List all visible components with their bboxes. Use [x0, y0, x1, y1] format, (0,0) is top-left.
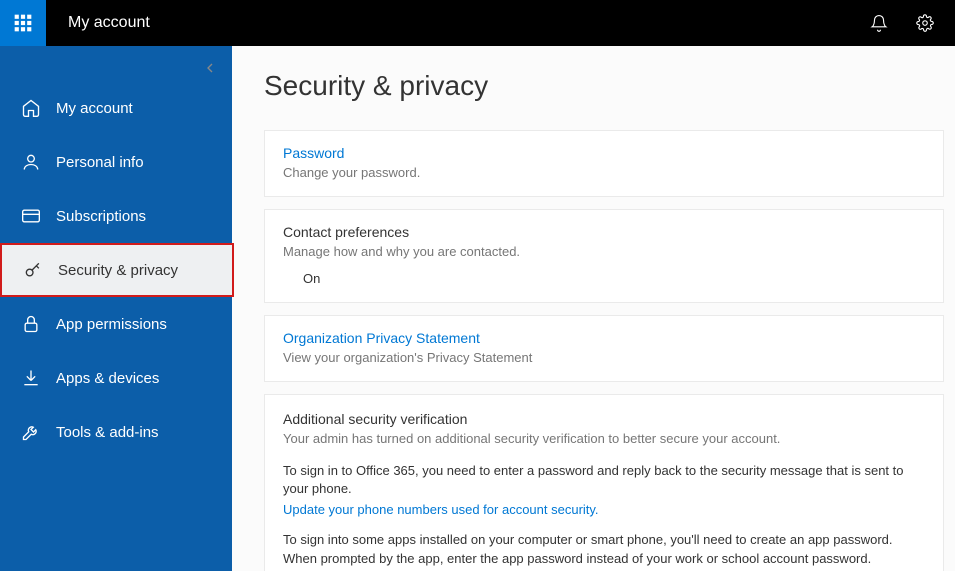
- sidebar-item-personal-info[interactable]: Personal info: [0, 135, 232, 189]
- contact-pref-title: Contact preferences: [283, 224, 925, 240]
- top-bar: My account: [0, 0, 955, 46]
- sidebar: My account Personal info Subscriptions S…: [0, 46, 232, 571]
- sidebar-item-apps-devices[interactable]: Apps & devices: [0, 351, 232, 405]
- person-icon: [20, 151, 42, 173]
- main-content: Security & privacy Password Change your …: [232, 46, 955, 571]
- asv-app-password-text: To sign into some apps installed on your…: [283, 531, 925, 567]
- sidebar-item-subscriptions[interactable]: Subscriptions: [0, 189, 232, 243]
- sidebar-item-label: Apps & devices: [56, 370, 159, 387]
- collapse-chevron-icon[interactable]: [202, 60, 218, 76]
- additional-security-section: Additional security verification Your ad…: [264, 394, 944, 571]
- sidebar-item-label: Tools & add-ins: [56, 424, 159, 441]
- contact-pref-value: On: [303, 271, 925, 286]
- sidebar-item-security-privacy[interactable]: Security & privacy: [0, 243, 234, 297]
- password-desc: Change your password.: [283, 165, 925, 180]
- org-privacy-desc: View your organization's Privacy Stateme…: [283, 350, 925, 365]
- page-title: Security & privacy: [264, 70, 955, 102]
- asv-desc: Your admin has turned on additional secu…: [283, 431, 925, 446]
- password-card[interactable]: Password Change your password.: [264, 130, 944, 197]
- org-privacy-link[interactable]: Organization Privacy Statement: [283, 330, 925, 346]
- sidebar-item-my-account[interactable]: My account: [0, 81, 232, 135]
- card-icon: [20, 205, 42, 227]
- sidebar-item-tools-addins[interactable]: Tools & add-ins: [0, 405, 232, 459]
- app-title: My account: [68, 14, 859, 32]
- key-icon: [22, 259, 44, 281]
- sidebar-item-label: My account: [56, 100, 133, 117]
- lock-icon: [20, 313, 42, 335]
- asv-title: Additional security verification: [283, 411, 925, 427]
- sidebar-item-label: Personal info: [56, 154, 144, 171]
- sidebar-item-app-permissions[interactable]: App permissions: [0, 297, 232, 351]
- asv-signin-text: To sign in to Office 365, you need to en…: [283, 462, 925, 498]
- download-icon: [20, 367, 42, 389]
- contact-pref-desc: Manage how and why you are contacted.: [283, 244, 925, 259]
- settings-gear-icon[interactable]: [905, 0, 945, 46]
- contact-preferences-card[interactable]: Contact preferences Manage how and why y…: [264, 209, 944, 303]
- password-link[interactable]: Password: [283, 145, 925, 161]
- sidebar-item-label: Security & privacy: [58, 262, 178, 279]
- notifications-icon[interactable]: [859, 0, 899, 46]
- org-privacy-card[interactable]: Organization Privacy Statement View your…: [264, 315, 944, 382]
- update-phone-link[interactable]: Update your phone numbers used for accou…: [283, 502, 925, 517]
- sidebar-item-label: App permissions: [56, 316, 167, 333]
- wrench-icon: [20, 421, 42, 443]
- sidebar-item-label: Subscriptions: [56, 208, 146, 225]
- home-icon: [20, 97, 42, 119]
- app-launcher-icon[interactable]: [0, 0, 46, 46]
